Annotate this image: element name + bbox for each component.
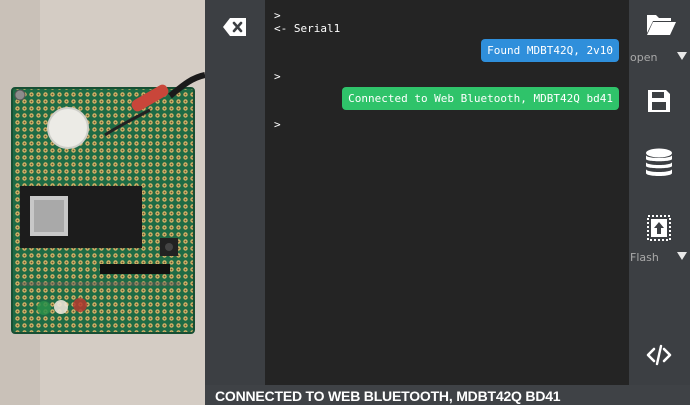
upload-chip-icon xyxy=(647,215,671,241)
status-bar: CONNECTED TO WEB BLUETOOTH, MDBT42Q BD41 xyxy=(205,385,690,405)
terminal-notification-found: Found MDBT42Q, 2v10 xyxy=(481,39,619,62)
database-icon xyxy=(646,148,672,176)
right-toolbar: open Flash xyxy=(629,0,690,385)
flash-label: Flash xyxy=(630,251,659,264)
terminal-line: > xyxy=(274,70,281,83)
code-view-button[interactable] xyxy=(629,335,690,375)
terminal-console[interactable]: > <- Serial1 Found MDBT42Q, 2v10 > Conne… xyxy=(265,0,629,385)
clear-column xyxy=(205,0,265,385)
terminal-prompt: > xyxy=(274,118,281,131)
code-icon xyxy=(646,344,672,366)
circuit-board-image xyxy=(0,0,205,405)
terminal-line: <- Serial1 xyxy=(274,22,341,35)
storage-button[interactable] xyxy=(629,140,690,190)
floppy-disk-icon xyxy=(648,90,670,112)
status-text: CONNECTED TO WEB BLUETOOTH, MDBT42Q BD41 xyxy=(215,388,561,404)
open-button[interactable]: open xyxy=(629,0,690,70)
open-label: open xyxy=(630,51,658,64)
backspace-icon[interactable] xyxy=(222,16,248,38)
folder-open-icon xyxy=(647,15,676,35)
chevron-down-icon[interactable] xyxy=(677,52,687,60)
terminal-line: > xyxy=(274,9,281,22)
save-button[interactable] xyxy=(629,80,690,124)
flash-button[interactable]: Flash xyxy=(629,205,690,271)
device-photo xyxy=(0,0,205,405)
terminal-notification-connected: Connected to Web Bluetooth, MDBT42Q bd41 xyxy=(342,87,619,110)
chevron-down-icon[interactable] xyxy=(677,252,687,260)
